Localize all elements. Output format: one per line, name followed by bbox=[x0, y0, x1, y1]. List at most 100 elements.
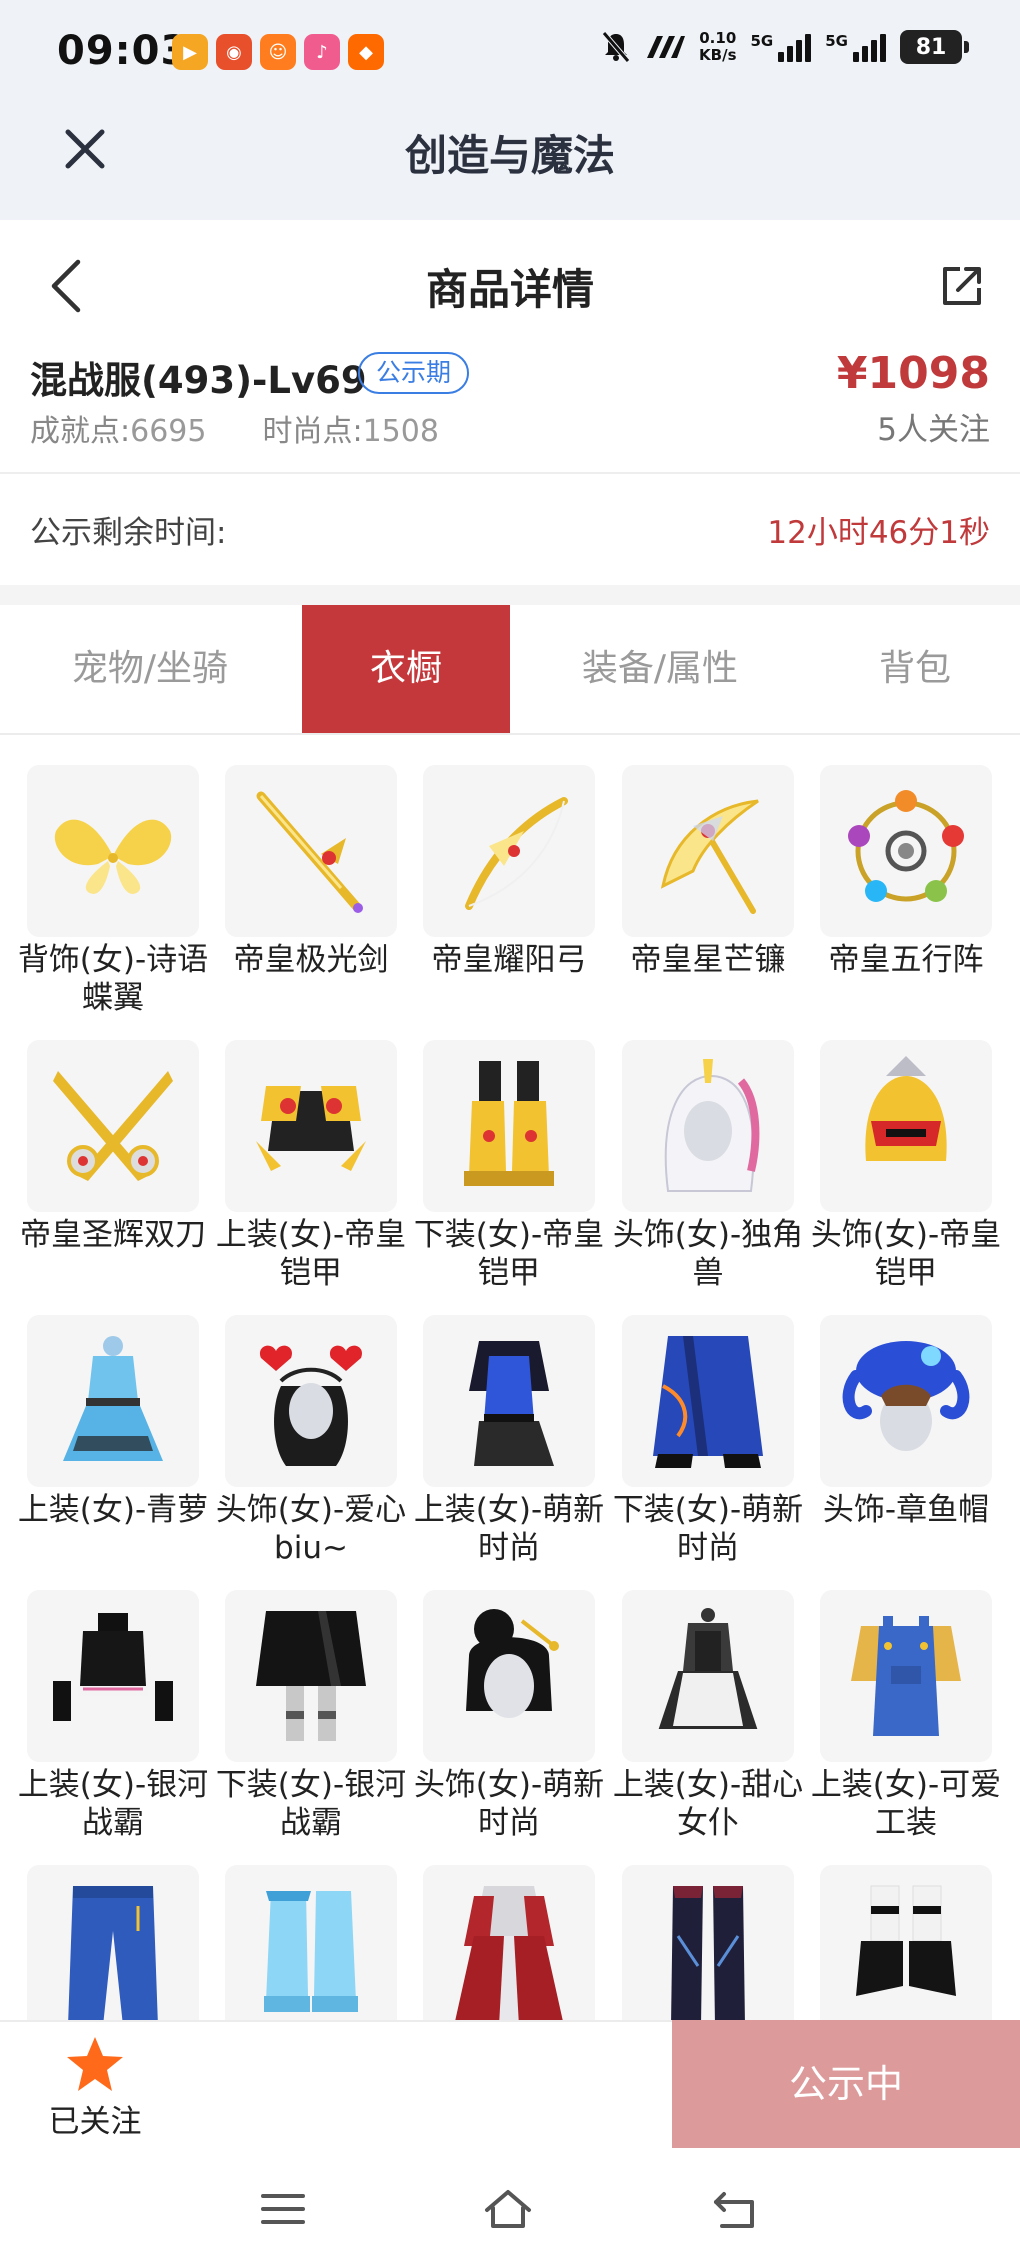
achievement-label: 成就点: bbox=[30, 414, 131, 449]
wardrobe-item[interactable] bbox=[27, 1865, 199, 2020]
music-app-icon: ♪ bbox=[304, 34, 340, 70]
item-name: 下装(女)-萌新时尚 bbox=[612, 1492, 804, 1566]
item-name: 上装(女)-甜心女仆 bbox=[612, 1767, 804, 1841]
wardrobe-item[interactable]: 背饰(女)-诗语蝶翼 bbox=[18, 765, 208, 1017]
tab-equipment-attributes[interactable]: 装备/属性 bbox=[510, 605, 810, 733]
sim2-label: 5G bbox=[825, 32, 848, 50]
product-stats: 成就点:6695 时尚点:1508 bbox=[30, 406, 439, 450]
mute-bell-icon bbox=[602, 31, 630, 63]
item-name: 背饰(女)-诗语蝶翼 bbox=[17, 942, 209, 1016]
wardrobe-item[interactable]: 头饰-章鱼帽 bbox=[820, 1315, 992, 1529]
net-speed: 0.10 KB/s bbox=[699, 30, 736, 64]
net-speed-unit: KB/s bbox=[699, 46, 737, 64]
publicity-status-button[interactable]: 公示中 bbox=[672, 2020, 1020, 2148]
status-bar: 09:03 ▶ ◉ ☺ ♪ ◆ 0.10 KB/s 5G 5G 81 bbox=[0, 0, 1020, 110]
item-name: 帝皇星芒镰 bbox=[630, 942, 786, 978]
wardrobe-item[interactable]: 上装(女)-青萝 bbox=[18, 1315, 208, 1529]
net-speed-value: 0.10 bbox=[699, 29, 737, 47]
share-icon[interactable] bbox=[940, 264, 984, 308]
wardrobe-item[interactable] bbox=[820, 1865, 992, 2020]
battery-icon: 81 bbox=[900, 30, 969, 64]
nfc-icon bbox=[647, 36, 686, 58]
scythe-icon bbox=[622, 765, 794, 937]
item-name: 头饰(女)-独角兽 bbox=[612, 1217, 804, 1291]
tab-wardrobe[interactable]: 衣橱 bbox=[302, 605, 510, 733]
wardrobe-item[interactable]: 上装(女)-可爱工装 bbox=[811, 1590, 1001, 1842]
item-name: 头饰-章鱼帽 bbox=[822, 1492, 990, 1528]
twin-blades-icon bbox=[27, 1040, 199, 1212]
status-indicators: 0.10 KB/s 5G 5G 81 bbox=[601, 30, 969, 64]
status-badge: 公示期 bbox=[358, 352, 470, 394]
wardrobe-item[interactable]: 帝皇耀阳弓 bbox=[423, 765, 595, 979]
wardrobe-item[interactable]: 头饰(女)-独角兽 bbox=[613, 1040, 803, 1292]
fitness-app-icon: ☺ bbox=[260, 34, 296, 70]
page-title: 商品详情 bbox=[425, 265, 594, 314]
item-name: 下装(女)-帝皇铠甲 bbox=[413, 1217, 605, 1291]
wardrobe-item[interactable]: 上装(女)-甜心女仆 bbox=[613, 1590, 803, 1842]
wardrobe-item[interactable]: 上装(女)-萌新时尚 bbox=[414, 1315, 604, 1567]
item-name: 头饰(女)-爱心biu~ bbox=[215, 1492, 407, 1566]
wardrobe-item[interactable]: 帝皇圣辉双刀 bbox=[20, 1040, 206, 1254]
butterfly-wings-icon bbox=[27, 765, 199, 937]
overalls-icon bbox=[820, 1590, 992, 1762]
achievement-value: 6695 bbox=[130, 414, 207, 449]
item-name: 帝皇极光剑 bbox=[233, 942, 389, 978]
taobao-icon: ◆ bbox=[348, 34, 384, 70]
item-name: 上装(女)-银河战霸 bbox=[17, 1767, 209, 1841]
taobao-live-icon: ◉ bbox=[216, 34, 252, 70]
item-name: 头饰(女)-萌新时尚 bbox=[413, 1767, 605, 1841]
black-crop-top-icon bbox=[27, 1590, 199, 1762]
back-icon[interactable] bbox=[710, 2184, 762, 2234]
unicorn-hood-icon bbox=[622, 1040, 794, 1212]
dark-boots-icon bbox=[622, 1865, 794, 2020]
wardrobe-item[interactable] bbox=[225, 1865, 397, 2020]
battery-level: 81 bbox=[915, 34, 947, 60]
item-name: 上装(女)-青萝 bbox=[17, 1492, 209, 1528]
wardrobe-item[interactable]: 帝皇星芒镰 bbox=[622, 765, 794, 979]
wardrobe-item[interactable] bbox=[423, 1865, 595, 2020]
follow-label[interactable]: 已关注 bbox=[0, 2096, 190, 2141]
wardrobe-item[interactable] bbox=[622, 1865, 794, 2020]
wardrobe-item[interactable]: 下装(女)-萌新时尚 bbox=[613, 1315, 803, 1567]
maid-dress-icon bbox=[622, 1590, 794, 1762]
wardrobe-item[interactable]: 上装(女)-银河战霸 bbox=[18, 1590, 208, 1842]
blue-top-icon bbox=[423, 1315, 595, 1487]
bun-hair-icon bbox=[423, 1590, 595, 1762]
wardrobe-item[interactable]: 头饰(女)-萌新时尚 bbox=[414, 1590, 604, 1842]
status-time: 09:03 bbox=[57, 28, 190, 74]
sim1-signal-icon: 5G bbox=[751, 32, 812, 62]
sword-icon bbox=[225, 765, 397, 937]
wardrobe-item[interactable]: 下装(女)-银河战霸 bbox=[216, 1590, 406, 1842]
home-icon[interactable] bbox=[482, 2184, 534, 2234]
menu-icon[interactable] bbox=[257, 2184, 309, 2234]
five-elements-ring-icon bbox=[820, 765, 992, 937]
countdown-label: 公示剩余时间: bbox=[30, 515, 227, 551]
wardrobe-item[interactable]: 帝皇五行阵 bbox=[820, 765, 992, 979]
bow-icon bbox=[423, 765, 595, 937]
star-icon[interactable] bbox=[64, 2034, 126, 2096]
armor-top-icon bbox=[225, 1040, 397, 1212]
fashion-label: 时尚点: bbox=[262, 414, 363, 449]
wardrobe-item[interactable]: 头饰(女)-爱心biu~ bbox=[216, 1315, 406, 1567]
tab-backpack[interactable]: 背包 bbox=[810, 605, 1020, 733]
watcher-count: 5人关注 bbox=[877, 412, 990, 448]
tab-bar: 宠物/坐骑 衣橱 装备/属性 背包 bbox=[0, 605, 1020, 735]
item-name: 上装(女)-萌新时尚 bbox=[413, 1492, 605, 1566]
sim2-signal-icon: 5G bbox=[825, 32, 886, 62]
app-title: 创造与魔法 bbox=[404, 131, 615, 180]
heart-headband-icon bbox=[225, 1315, 397, 1487]
wardrobe-item[interactable]: 头饰(女)-帝皇铠甲 bbox=[811, 1040, 1001, 1292]
achievement-points: 成就点:6695 bbox=[30, 406, 206, 450]
item-name: 头饰(女)-帝皇铠甲 bbox=[810, 1217, 1002, 1291]
wardrobe-item[interactable]: 帝皇极光剑 bbox=[225, 765, 397, 979]
fashion-points: 时尚点:1508 bbox=[262, 406, 438, 450]
product-name: 混战服(493)-Lv69 bbox=[30, 359, 367, 402]
section-gap bbox=[0, 585, 1020, 605]
wardrobe-item[interactable]: 上装(女)-帝皇铠甲 bbox=[216, 1040, 406, 1292]
tab-pets-mounts[interactable]: 宠物/坐骑 bbox=[0, 605, 300, 733]
fashion-value: 1508 bbox=[362, 414, 439, 449]
item-name: 下装(女)-银河战霸 bbox=[215, 1767, 407, 1841]
wardrobe-item[interactable]: 下装(女)-帝皇铠甲 bbox=[414, 1040, 604, 1292]
blue-dress-icon bbox=[27, 1315, 199, 1487]
heels-icon bbox=[820, 1865, 992, 2020]
